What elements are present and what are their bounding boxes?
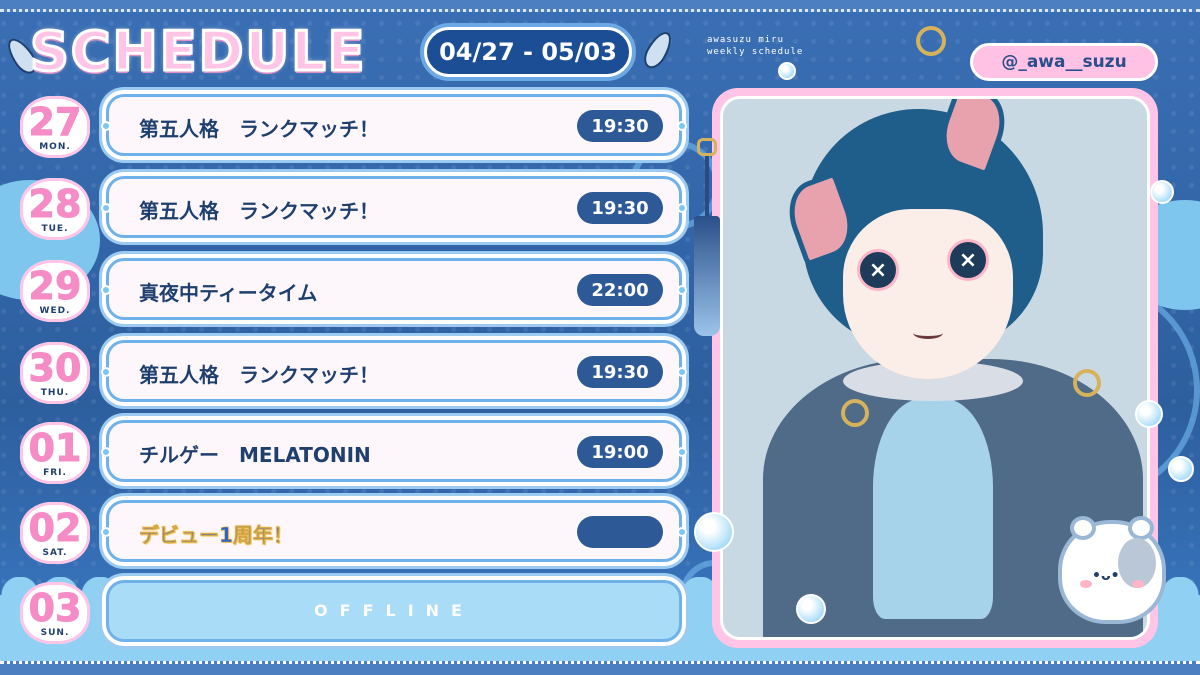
bubble-icon <box>796 594 826 624</box>
event-title: 第五人格 ランクマッチ！ <box>139 199 379 223</box>
day-name: TUE. <box>41 224 69 234</box>
button-eye-icon: × <box>857 249 899 291</box>
event-card-offline: OFFLINE <box>106 580 682 642</box>
character-outfit <box>873 399 993 619</box>
card-dot <box>101 203 111 213</box>
card-dot <box>101 447 111 457</box>
offline-label: OFFLINE <box>314 601 474 620</box>
time-badge: 19:30 <box>577 110 663 142</box>
day-name: WED. <box>39 306 71 316</box>
card-dot <box>677 367 687 377</box>
time-badge: 19:30 <box>577 192 663 224</box>
day-number: 01 <box>28 426 82 470</box>
card-dot <box>101 527 111 537</box>
day-number: 02 <box>28 506 82 550</box>
day-badge: 28 TUE. <box>10 174 100 244</box>
day-badge: 02 SAT. <box>10 498 100 568</box>
card-dot <box>677 527 687 537</box>
caption: awasuzu miru weekly schedule <box>707 34 803 58</box>
bubble-icon <box>778 62 796 80</box>
day-badge: 01 FRI. <box>10 418 100 488</box>
event-title: 第五人格 ランクマッチ！ <box>139 117 379 141</box>
caption-line-1: awasuzu miru <box>707 35 785 45</box>
event-card: 第五人格 ランクマッチ！ 19:30 <box>101 176 687 238</box>
time-badge: 19:00 <box>577 436 663 468</box>
gold-knot-icon <box>841 399 869 427</box>
card-dot <box>677 447 687 457</box>
schedule-row: 28 TUE. 第五人格 ランクマッチ！ 19:30 <box>10 176 690 240</box>
gold-knot-icon <box>916 26 946 56</box>
top-border <box>0 0 1200 12</box>
bubble-icon <box>1168 456 1194 482</box>
day-number: 29 <box>28 264 82 308</box>
event-card: 第五人格 ランクマッチ！ 19:30 <box>101 340 687 402</box>
social-handle[interactable]: @_awa__suzu <box>970 43 1158 81</box>
event-card: デビュー1周年！ <box>101 500 687 562</box>
event-title: 第五人格 ランクマッチ！ <box>139 363 379 387</box>
event-title: 真夜中ティータイム <box>139 281 318 305</box>
day-name: SAT. <box>42 548 68 558</box>
character-mouth <box>913 327 943 339</box>
day-number: 30 <box>28 346 82 390</box>
event-card: チルゲー MELATONIN 19:00 <box>101 420 687 482</box>
hamster-mascot-icon: •ᴗ• <box>1058 516 1166 624</box>
day-name: THU. <box>40 388 70 398</box>
card-dot <box>101 121 111 131</box>
day-number: 27 <box>28 100 82 144</box>
button-eye-icon: × <box>947 239 989 281</box>
gold-knot-icon <box>1073 369 1101 397</box>
day-name: MON. <box>39 142 71 152</box>
day-name: FRI. <box>43 468 67 478</box>
card-dot <box>677 121 687 131</box>
date-range-badge: 04/27 - 05/03 <box>424 27 632 77</box>
page-title: SCHEDULE <box>29 19 367 85</box>
schedule-row: 02 SAT. デビュー1周年！ <box>10 500 690 564</box>
card-dot <box>677 203 687 213</box>
schedule-row: 29 WED. 真夜中ティータイム 22:00 <box>10 258 690 322</box>
day-badge: 29 WED. <box>10 256 100 326</box>
bubble-icon <box>1150 180 1174 204</box>
time-badge <box>577 516 663 548</box>
day-badge: 30 THU. <box>10 338 100 408</box>
schedule-row: 27 MON. 第五人格 ランクマッチ！ 19:30 <box>10 94 690 158</box>
schedule-row: 01 FRI. チルゲー MELATONIN 19:00 <box>10 420 690 484</box>
caption-line-2: weekly schedule <box>707 47 804 57</box>
day-badge: 03 SUN. <box>10 578 100 648</box>
event-title: チルゲー MELATONIN <box>139 443 371 467</box>
day-name: SUN. <box>40 628 70 638</box>
day-number: 03 <box>28 586 82 630</box>
card-dot <box>101 367 111 377</box>
bubble-icon <box>1135 400 1163 428</box>
day-number: 28 <box>28 182 82 226</box>
day-badge: 27 MON. <box>10 92 100 162</box>
bubble-icon <box>694 512 734 552</box>
time-badge: 22:00 <box>577 274 663 306</box>
event-card: 第五人格 ランクマッチ！ 19:30 <box>101 94 687 156</box>
time-badge: 19:30 <box>577 356 663 388</box>
schedule-row: 03 SUN. OFFLINE <box>10 580 690 644</box>
event-title: デビュー1周年！ <box>139 523 293 548</box>
card-dot <box>677 285 687 295</box>
card-dot <box>101 285 111 295</box>
bottom-border <box>0 661 1200 675</box>
character-face: × × <box>843 209 1013 379</box>
schedule-row: 30 THU. 第五人格 ランクマッチ！ 19:30 <box>10 340 690 404</box>
event-card: 真夜中ティータイム 22:00 <box>101 258 687 320</box>
tassel-icon <box>692 138 722 338</box>
